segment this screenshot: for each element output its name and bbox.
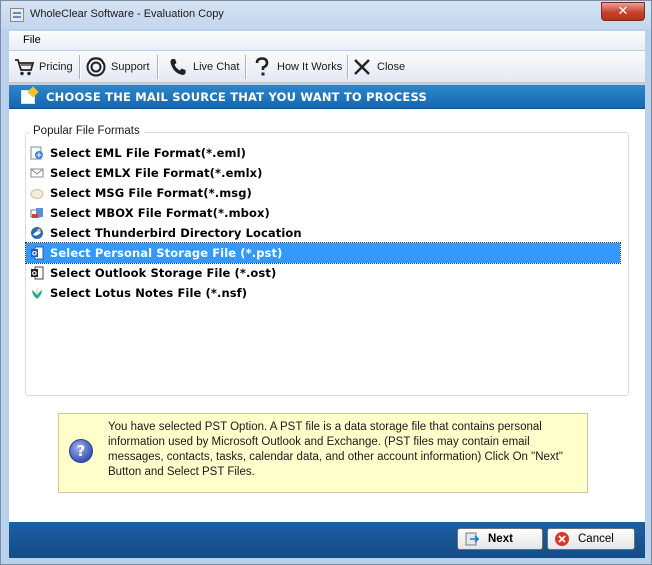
toolbar: Pricing Support Live Chat How It Works C…: [9, 51, 645, 83]
svg-text:O: O: [32, 251, 37, 258]
footer-bar: Next Cancel: [9, 522, 645, 558]
app-window: WholeClear Software - Evaluation Copy ✕ …: [0, 0, 652, 565]
window-title: WholeClear Software - Evaluation Copy: [30, 8, 224, 20]
document-edit-icon: [21, 90, 35, 104]
format-list: Select EML File Format(*.eml) Select EML…: [25, 143, 621, 303]
headset-icon: [85, 56, 107, 78]
close-button[interactable]: Close: [351, 54, 405, 80]
info-text: You have selected PST Option. A PST file…: [108, 421, 563, 478]
cart-icon: [13, 56, 35, 78]
x-icon: [351, 56, 373, 78]
next-arrow-icon: [464, 531, 480, 547]
format-label: Select Lotus Notes File (*.nsf): [50, 286, 248, 300]
toolbar-separator: [79, 55, 80, 79]
format-item-pst[interactable]: O Select Personal Storage File (*.pst): [25, 242, 621, 264]
eml-icon: [30, 146, 44, 160]
main-panel: Popular File Formats Select EML File For…: [9, 109, 645, 522]
format-item-ost[interactable]: O Select Outlook Storage File (*.ost): [26, 263, 620, 283]
toolbar-separator: [157, 55, 158, 79]
format-label: Select Thunderbird Directory Location: [50, 226, 302, 240]
format-label: Select Personal Storage File (*.pst): [50, 246, 283, 260]
format-item-emlx[interactable]: Select EMLX File Format(*.emlx): [26, 163, 620, 183]
format-label: Select MBOX File Format(*.mbox): [50, 206, 270, 220]
format-item-nsf[interactable]: Select Lotus Notes File (*.nsf): [26, 283, 620, 303]
next-button[interactable]: Next: [457, 528, 543, 550]
cancel-icon: [554, 531, 570, 547]
info-box: ? You have selected PST Option. A PST fi…: [58, 413, 588, 493]
app-icon: [10, 8, 24, 22]
ost-icon: O: [30, 266, 44, 280]
format-label: Select MSG File Format(*.msg): [50, 186, 252, 200]
svg-text:O: O: [32, 271, 37, 278]
toolbar-separator: [245, 55, 246, 79]
format-item-mbox[interactable]: Select MBOX File Format(*.mbox): [26, 203, 620, 223]
live-chat-button[interactable]: Live Chat: [167, 54, 239, 80]
cancel-label: Cancel: [578, 533, 614, 545]
msg-icon: [30, 186, 44, 200]
emlx-icon: [30, 166, 44, 180]
support-button[interactable]: Support: [85, 54, 150, 80]
format-label: Select EMLX File Format(*.emlx): [50, 166, 263, 180]
pst-icon: O: [30, 246, 44, 260]
format-item-eml[interactable]: Select EML File Format(*.eml): [26, 143, 620, 163]
thunderbird-icon: [30, 226, 44, 240]
menu-bar: File: [9, 31, 645, 50]
lotus-notes-icon: [30, 286, 44, 300]
cancel-button[interactable]: Cancel: [547, 528, 635, 550]
next-label: Next: [488, 533, 513, 545]
toolbar-separator: [347, 55, 348, 79]
help-icon: ?: [69, 439, 93, 463]
mbox-icon: [30, 206, 44, 220]
format-item-thunderbird[interactable]: Select Thunderbird Directory Location: [26, 223, 620, 243]
format-item-msg[interactable]: Select MSG File Format(*.msg): [26, 183, 620, 203]
live-chat-label: Live Chat: [193, 61, 240, 73]
pricing-button[interactable]: Pricing: [13, 54, 73, 80]
title-bar[interactable]: WholeClear Software - Evaluation Copy ✕: [1, 1, 651, 29]
how-it-works-label: How It Works: [277, 61, 343, 73]
menu-file[interactable]: File: [23, 34, 41, 46]
section-title: CHOOSE THE MAIL SOURCE THAT YOU WANT TO …: [46, 90, 427, 104]
pricing-label: Pricing: [39, 61, 73, 73]
format-label: Select EML File Format(*.eml): [50, 146, 247, 160]
group-title: Popular File Formats: [29, 125, 144, 137]
how-it-works-button[interactable]: How It Works: [251, 54, 342, 80]
question-mark-icon: [251, 56, 273, 78]
window-close-button[interactable]: ✕: [601, 2, 645, 21]
phone-icon: [167, 56, 189, 78]
section-header: CHOOSE THE MAIL SOURCE THAT YOU WANT TO …: [9, 85, 645, 109]
format-label: Select Outlook Storage File (*.ost): [50, 266, 277, 280]
support-label: Support: [111, 61, 150, 73]
close-label: Close: [377, 61, 406, 73]
